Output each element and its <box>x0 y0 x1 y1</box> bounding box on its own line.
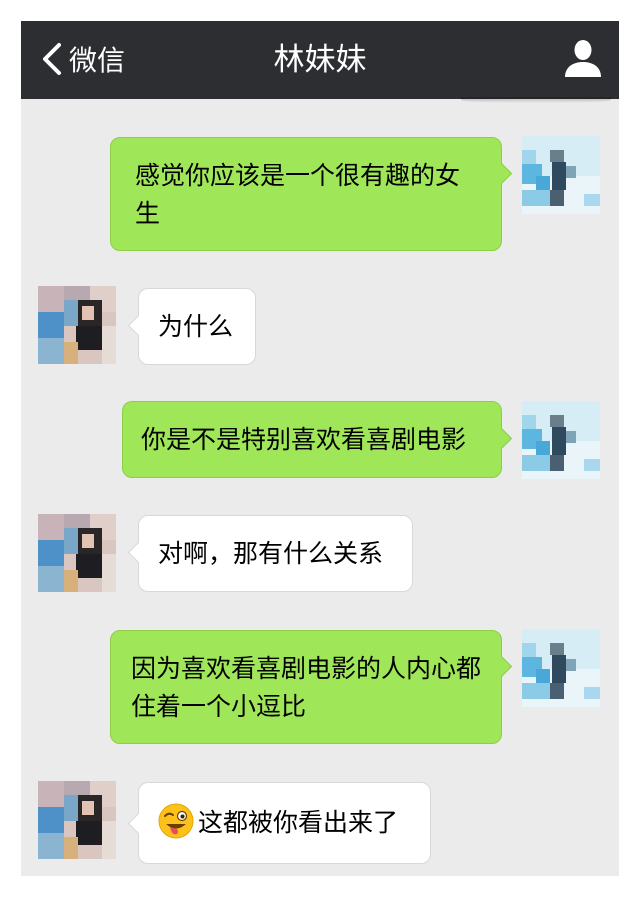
received-message-bubble[interactable]: 这都被你看出来了 <box>127 782 431 864</box>
winking-tongue-emoji <box>158 803 194 839</box>
message-text: 这都被你看出来了 <box>198 808 399 837</box>
bubble-tail <box>127 812 150 835</box>
received-message-bubble[interactable]: 对啊，那有什么关系 <box>127 515 413 592</box>
bubble-tail <box>490 427 513 450</box>
bubble-tail <box>490 162 513 185</box>
sent-message-bubble[interactable]: 感觉你应该是一个很有趣的女生 <box>110 137 513 251</box>
chat-title: 林妹妹 <box>273 42 367 78</box>
contact-avatar[interactable] <box>38 781 116 859</box>
chat-screen: 微信 林妹妹 感觉你应该是一个很有趣的女生 为什么 你是不是特别喜欢看喜剧电影 … <box>21 21 619 876</box>
sent-message-bubble[interactable]: 因为喜欢看喜剧电影的人内心都住着一个小逗比 <box>110 630 513 744</box>
person-icon[interactable] <box>561 39 605 79</box>
contact-avatar[interactable] <box>38 514 116 592</box>
navigation-bar: 微信 林妹妹 <box>21 21 619 99</box>
message-text: 对啊，那有什么关系 <box>158 539 384 568</box>
message-text: 因为喜欢看喜剧电影的人内心都住着一个小逗比 <box>131 654 482 721</box>
my-avatar[interactable] <box>522 629 600 707</box>
message-text: 感觉你应该是一个很有趣的女生 <box>135 161 461 228</box>
received-message-bubble[interactable]: 为什么 <box>127 288 256 365</box>
sent-message-bubble[interactable]: 你是不是特别喜欢看喜剧电影 <box>122 401 513 478</box>
bubble-tail <box>127 314 150 337</box>
message-text: 你是不是特别喜欢看喜剧电影 <box>141 425 467 454</box>
navbar-shadow <box>461 97 611 103</box>
my-avatar[interactable] <box>522 136 600 214</box>
contact-avatar[interactable] <box>38 286 116 364</box>
bubble-tail <box>490 655 513 678</box>
my-avatar[interactable] <box>522 401 600 479</box>
bubble-tail <box>127 541 150 564</box>
message-text: 为什么 <box>158 312 234 341</box>
